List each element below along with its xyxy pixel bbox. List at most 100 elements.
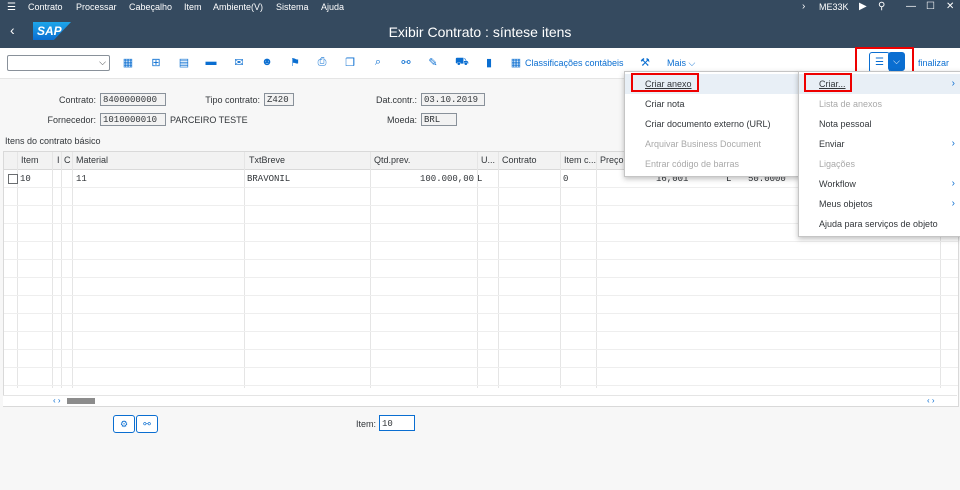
menu-enviar-label: Enviar: [819, 139, 845, 149]
horizontal-scrollbar[interactable]: ‹ › ‹ ›: [3, 395, 957, 406]
menu-entrar-codigo-barras: Entrar código de barras: [625, 154, 799, 174]
menu-criar-nota[interactable]: Criar nota: [625, 94, 799, 114]
overview-icon[interactable]: ▦: [122, 56, 134, 69]
print-icon[interactable]: ⎙: [316, 56, 328, 69]
menu-workflow-label: Workflow: [819, 179, 856, 189]
select-all-icon[interactable]: ⊞: [150, 56, 162, 69]
col-preco[interactable]: Preço: [600, 155, 624, 165]
row-divider: [4, 385, 958, 386]
hat-icon[interactable]: ▬: [205, 56, 217, 68]
chevron-right-icon[interactable]: ›: [802, 1, 805, 12]
chevron-right-icon: ›: [951, 198, 955, 209]
menu-bar: ☰ Contrato Processar Cabeçalho Item Ambi…: [0, 0, 960, 15]
col-i[interactable]: I: [57, 155, 60, 165]
documents-icon[interactable]: ❐: [344, 56, 356, 69]
scroll-thumb[interactable]: [67, 398, 95, 404]
finalizar-button[interactable]: finalizar: [918, 58, 949, 68]
scroll-arrows-icon[interactable]: ‹ ›: [927, 396, 935, 405]
menu-ligacoes-label: Ligações: [819, 159, 856, 169]
partners-icon[interactable]: ☻: [261, 56, 273, 68]
cell-material[interactable]: 11: [76, 174, 87, 184]
wrench-icon[interactable]: ⚒: [639, 56, 651, 69]
menu-contrato[interactable]: Contrato: [28, 2, 63, 12]
fornecedor-name: PARCEIRO TESTE: [170, 115, 248, 125]
tipo-contrato-label: Tipo contrato:: [205, 95, 260, 105]
details-icon[interactable]: ▤: [178, 56, 190, 69]
menu-cabecalho[interactable]: Cabeçalho: [129, 2, 172, 12]
menu-arquivar-business-document: Arquivar Business Document: [625, 134, 799, 154]
col-contrato[interactable]: Contrato: [502, 155, 537, 165]
more-label: Mais: [667, 58, 687, 68]
row-divider: [4, 331, 958, 332]
more-button[interactable]: Mais ⌵: [667, 58, 695, 69]
row-divider: [4, 277, 958, 278]
row-divider: [4, 295, 958, 296]
menu-lista-anexos-label: Lista de anexos: [819, 99, 883, 109]
menu-nota-pessoal[interactable]: Nota pessoal: [799, 114, 960, 134]
contrato-field[interactable]: 8400000000: [100, 93, 166, 106]
play-icon[interactable]: ▶: [859, 1, 867, 12]
row-divider: [4, 367, 958, 368]
edit-icon[interactable]: ✎: [427, 56, 439, 69]
item-link-button[interactable]: ⚯: [136, 415, 158, 433]
menu-processar[interactable]: Processar: [76, 2, 117, 12]
envelope-icon[interactable]: ✉: [233, 56, 245, 69]
delivery-icon[interactable]: ⛟: [455, 56, 469, 70]
chevron-down-icon[interactable]: ⌵: [99, 57, 106, 68]
chart-icon[interactable]: ▮: [483, 56, 495, 69]
highlight-criar: [804, 73, 852, 92]
menu-ajuda[interactable]: Ajuda: [321, 2, 344, 12]
close-icon[interactable]: ✕: [946, 1, 954, 12]
moeda-field[interactable]: BRL: [421, 113, 457, 126]
menu-workflow[interactable]: Workflow ›: [799, 174, 960, 194]
scroll-arrows-icon[interactable]: ‹ ›: [53, 396, 61, 405]
menu-criar-documento-label: Criar documento externo (URL): [645, 119, 771, 129]
menu-codigo-barras-label: Entrar código de barras: [645, 159, 740, 169]
chevron-right-icon: ›: [951, 78, 955, 89]
row-select-checkbox[interactable]: [8, 174, 18, 184]
cell-txtbreve[interactable]: BRAVONIL: [247, 174, 290, 184]
dat-contr-field[interactable]: 03.10.2019: [421, 93, 485, 106]
row-divider: [4, 349, 958, 350]
menu-nota-pessoal-label: Nota pessoal: [819, 119, 872, 129]
pin-icon[interactable]: ⚲: [878, 1, 885, 12]
item-input[interactable]: 10: [379, 415, 415, 431]
col-material[interactable]: Material: [76, 155, 108, 165]
menu-enviar[interactable]: Enviar ›: [799, 134, 960, 154]
minimize-icon[interactable]: —: [906, 1, 916, 12]
menu-meus-objetos[interactable]: Meus objetos ›: [799, 194, 960, 214]
moeda-label: Moeda:: [386, 115, 417, 125]
menu-ajuda-servicos[interactable]: Ajuda para serviços de objeto: [799, 214, 960, 234]
link-icon[interactable]: ⚯: [400, 56, 412, 69]
search-icon[interactable]: ⌕: [372, 56, 384, 69]
transaction-code: ME33K: [819, 2, 849, 12]
menu-item[interactable]: Item: [184, 2, 202, 12]
col-item-contrato[interactable]: Item c...: [564, 155, 596, 165]
fornecedor-field[interactable]: 1010000010: [100, 113, 166, 126]
accounting-icon[interactable]: ▦: [510, 56, 522, 69]
cell-qtdprev[interactable]: 100.000,00: [420, 174, 474, 184]
flag-icon[interactable]: ⚑: [289, 56, 301, 69]
tipo-contrato-field[interactable]: Z420: [264, 93, 294, 106]
chevron-right-icon: ›: [951, 138, 955, 149]
cell-unit[interactable]: L: [477, 174, 482, 184]
classificacoes-button[interactable]: Classificações contábeis: [525, 58, 624, 68]
services-menu: Criar... › Lista de anexos Nota pessoal E…: [798, 71, 960, 237]
col-c[interactable]: C: [64, 155, 71, 165]
col-unit[interactable]: U...: [481, 155, 495, 165]
cell-item[interactable]: 10: [20, 174, 31, 184]
hamburger-icon[interactable]: ☰: [7, 2, 16, 13]
col-item[interactable]: Item: [21, 155, 39, 165]
item-details-button[interactable]: ⚙: [113, 415, 135, 433]
menu-ligacoes: Ligações: [799, 154, 960, 174]
menu-ambiente[interactable]: Ambiente(V): [213, 2, 263, 12]
cell-item-contrato[interactable]: 0: [563, 174, 568, 184]
col-qtdprev[interactable]: Qtd.prev.: [374, 155, 410, 165]
fornecedor-label: Fornecedor:: [47, 115, 96, 125]
contrato-label: Contrato:: [58, 95, 96, 105]
col-txtbreve[interactable]: TxtBreve: [249, 155, 285, 165]
maximize-icon[interactable]: ☐: [926, 1, 935, 12]
command-field[interactable]: ⌵: [7, 55, 110, 71]
menu-sistema[interactable]: Sistema: [276, 2, 309, 12]
menu-criar-documento-externo[interactable]: Criar documento externo (URL): [625, 114, 799, 134]
